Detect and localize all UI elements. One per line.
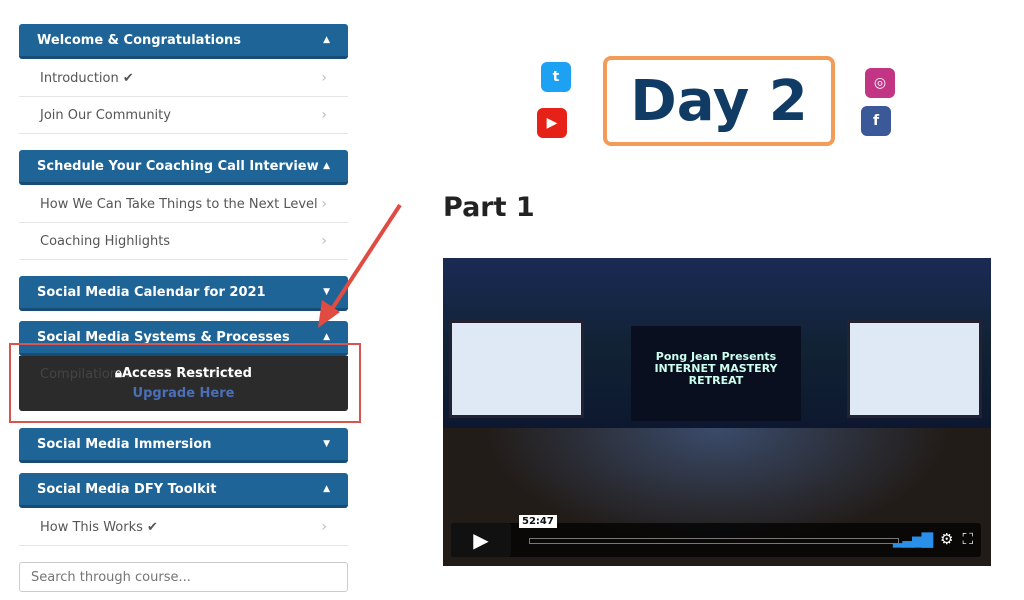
play-button[interactable]: ▶ (451, 523, 511, 557)
instagram-icon: ◎ (865, 68, 895, 98)
settings-gear-icon[interactable]: ⚙ (940, 530, 953, 548)
projector-screen (449, 320, 584, 418)
part-heading: Part 1 (443, 192, 535, 223)
timestamp-tooltip: 52:47 (519, 515, 557, 528)
stage-backdrop: Pong Jean Presents INTERNET MASTERY RETR… (631, 326, 801, 421)
projector-screen (847, 320, 982, 418)
day-banner: t ▶ Day 2 ◎ f (533, 50, 903, 152)
video-player[interactable]: Pong Jean Presents INTERNET MASTERY RETR… (443, 258, 991, 566)
facebook-icon: f (861, 106, 891, 136)
banner-title: Day 2 (603, 56, 835, 146)
fullscreen-icon[interactable]: ⛶ (962, 530, 973, 548)
video-controls: ▶ 52:47 ▂▃▅▇ ⚙ ⛶ (451, 515, 981, 557)
twitter-icon: t (541, 62, 571, 92)
volume-icon[interactable]: ▂▃▅▇ (893, 530, 933, 548)
youtube-icon: ▶ (537, 108, 567, 138)
progress-bar[interactable] (529, 538, 899, 544)
